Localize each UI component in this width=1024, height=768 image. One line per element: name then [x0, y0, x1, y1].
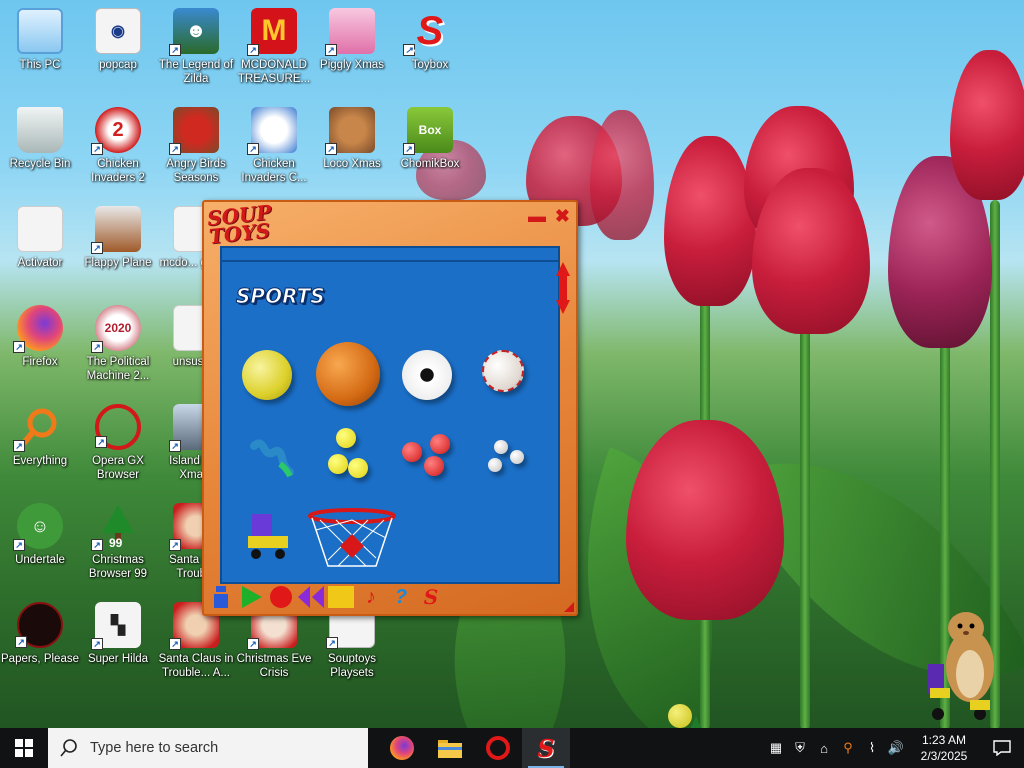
minimize-button[interactable]: ▬ — [528, 206, 546, 227]
windows-icon — [15, 739, 33, 757]
papers-please-icon: ↗ — [15, 602, 63, 648]
scroll-arrows-icon[interactable] — [556, 262, 570, 314]
chicken-invaders-icon: 2 ↗ — [91, 107, 141, 155]
search-icon — [60, 739, 77, 757]
taskbar-firefox[interactable] — [378, 728, 426, 768]
notifications-button[interactable] — [980, 728, 1024, 768]
desktop-icon-political-machine[interactable]: 2020 ↗ The Political Machine 2... — [78, 299, 158, 393]
roller-skate-icon[interactable] — [244, 510, 294, 560]
piggly-icon: ↗ — [325, 8, 375, 56]
music-note-icon[interactable]: ♪ — [358, 585, 384, 609]
desktop-icon-piggly-xmas[interactable]: ↗ Piggly Xmas — [312, 2, 392, 96]
souptoys-s-icon: S — [537, 733, 555, 763]
folder-icon: ◉ — [95, 8, 141, 54]
basketball-hoop-icon[interactable] — [306, 508, 398, 570]
desktop-icon-recycle-bin[interactable]: Recycle Bin — [0, 101, 80, 195]
taskbar-souptoys[interactable]: S — [522, 728, 570, 768]
play-icon[interactable] — [238, 585, 264, 609]
clock[interactable]: 1:23 AM 2/3/2025 — [908, 732, 980, 764]
opera-gx-icon: ↗ — [95, 404, 141, 450]
wifi-tray-icon[interactable]: ⌇ — [860, 728, 884, 768]
network-drive-tray-icon[interactable]: ⌂ — [812, 728, 836, 768]
desktop-icon-toybox[interactable]: S ↗ Toybox — [390, 2, 470, 96]
file-icon — [17, 206, 63, 252]
block-icon[interactable] — [328, 585, 354, 609]
computer-icon — [17, 8, 63, 54]
baseball-icon[interactable] — [482, 350, 524, 392]
teddy-bear-icon: ↗ — [325, 107, 375, 155]
desktop-icon-loco-xmas[interactable]: ↗ Loco Xmas — [312, 101, 392, 195]
search-placeholder: Type here to search — [90, 740, 219, 756]
help-icon[interactable]: ? — [388, 585, 414, 609]
hamster-mascot-icon[interactable] — [926, 604, 1002, 724]
desktop-icon-popcap[interactable]: ◉ popcap — [78, 2, 158, 96]
desktop-icon-undertale[interactable]: ☺ ↗ Undertale — [0, 497, 80, 591]
desktop-icon-chicken-invaders-2[interactable]: 2 ↗ Chicken Invaders 2 — [78, 101, 158, 195]
desktop-icon-chomikbox[interactable]: Box ↗ ChomikBox — [390, 101, 470, 195]
category-title: SPORTS — [236, 284, 326, 309]
yellow-balls-icon[interactable] — [328, 428, 368, 478]
clock-date: 2/3/2025 — [920, 749, 968, 763]
search-box[interactable]: Type here to search — [48, 728, 368, 768]
start-button[interactable] — [0, 728, 48, 768]
magnifier-icon: ↗ — [13, 404, 63, 452]
desktop-icon-mcdonald-treasure[interactable]: M ↗ MCDONALD TREASURE... — [234, 2, 314, 96]
system-tray: ▦ ⛨ ⌂ ⚲ ⌇ 🔊 1:23 AM 2/3/2025 — [764, 728, 1024, 768]
recycle-bin-icon — [17, 107, 63, 153]
slinky-icon[interactable] — [250, 438, 294, 482]
desktop-icon-super-hilda[interactable]: ▚ ↗ Super Hilda — [78, 596, 158, 690]
white-balls-icon[interactable] — [486, 440, 526, 474]
red-balls-icon[interactable] — [402, 434, 454, 478]
desktop-icon-firefox[interactable]: ↗ Firefox — [0, 299, 80, 393]
souptoys-toolbar: ♪ ? S — [208, 584, 444, 610]
political-machine-icon: 2020 ↗ — [91, 305, 141, 353]
mcdonalds-icon: M ↗ — [247, 8, 297, 56]
desktop-icon-opera-gx[interactable]: ↗ Opera GX Browser — [78, 398, 158, 492]
souptoys-window[interactable]: SOUP TOYS ▬ ✖ SPORTS ♪ ? S — [202, 200, 578, 616]
close-button[interactable]: ✖ — [555, 206, 570, 227]
undertale-icon: ☺ ↗ — [13, 503, 63, 551]
desktop-icon-papers-please[interactable]: ↗ Papers, Please — [0, 596, 80, 690]
desktop-icon-christmas-browser[interactable]: 99 ↗ Christmas Browser 99 — [78, 497, 158, 591]
dispenser-icon[interactable] — [208, 585, 234, 609]
souptoys-s-icon: S ↗ — [403, 8, 453, 56]
resize-grip[interactable] — [564, 602, 574, 612]
desktop-icon-this-pc[interactable]: This PC — [0, 2, 80, 96]
taskbar-opera-gx[interactable] — [474, 728, 522, 768]
desktop-icon-legend-of-zilda[interactable]: ☻ ↗ The Legend of Zilda — [156, 2, 236, 96]
desktop-icon-chicken-invaders-c[interactable]: ↗ Chicken Invaders C... — [234, 101, 314, 195]
basketball-icon[interactable] — [316, 342, 380, 406]
snowman-icon: ↗ — [247, 107, 297, 155]
chomikbox-icon: Box ↗ — [403, 107, 453, 155]
clock-time: 1:23 AM — [921, 733, 967, 747]
rewind-icon[interactable] — [298, 585, 324, 609]
qr-tray-icon[interactable]: ▦ — [764, 728, 788, 768]
svg-text:99: 99 — [109, 536, 123, 549]
soccer-ball-icon[interactable] — [402, 350, 452, 400]
taskbar-file-explorer[interactable] — [426, 728, 474, 768]
souptoys-logo: SOUP TOYS — [205, 200, 273, 249]
desktop-icon-activator[interactable]: Activator — [0, 200, 80, 294]
zilda-icon: ☻ ↗ — [169, 8, 219, 56]
flappy-plane-icon: ↗ — [91, 206, 141, 254]
souptoys-s-icon[interactable]: S — [418, 585, 444, 609]
desktop-icon-everything[interactable]: ↗ Everything — [0, 398, 80, 492]
desktop-icon-angry-birds-seasons[interactable]: ↗ Angry Birds Seasons — [156, 101, 236, 195]
magnifier-tray-icon[interactable]: ⚲ — [836, 728, 860, 768]
angry-birds-icon: ↗ — [169, 107, 219, 155]
folder-icon — [438, 740, 462, 758]
stop-icon[interactable] — [268, 585, 294, 609]
opera-gx-icon — [486, 736, 510, 760]
taskbar: Type here to search S ▦ ⛨ ⌂ ⚲ ⌇ 🔊 1:23 A… — [0, 728, 1024, 768]
desktop-icon-flappy-plane[interactable]: ↗ Flappy Plane — [78, 200, 158, 294]
super-hilda-icon: ▚ ↗ — [91, 602, 141, 650]
firefox-icon: ↗ — [13, 305, 63, 353]
notification-icon — [993, 740, 1011, 756]
christmas-tree-icon: 99 ↗ — [91, 503, 141, 551]
shield-tray-icon[interactable]: ⛨ — [788, 728, 812, 768]
tennis-ball-icon[interactable] — [242, 350, 292, 400]
volume-icon[interactable]: 🔊 — [884, 728, 908, 768]
firefox-icon — [390, 736, 414, 760]
